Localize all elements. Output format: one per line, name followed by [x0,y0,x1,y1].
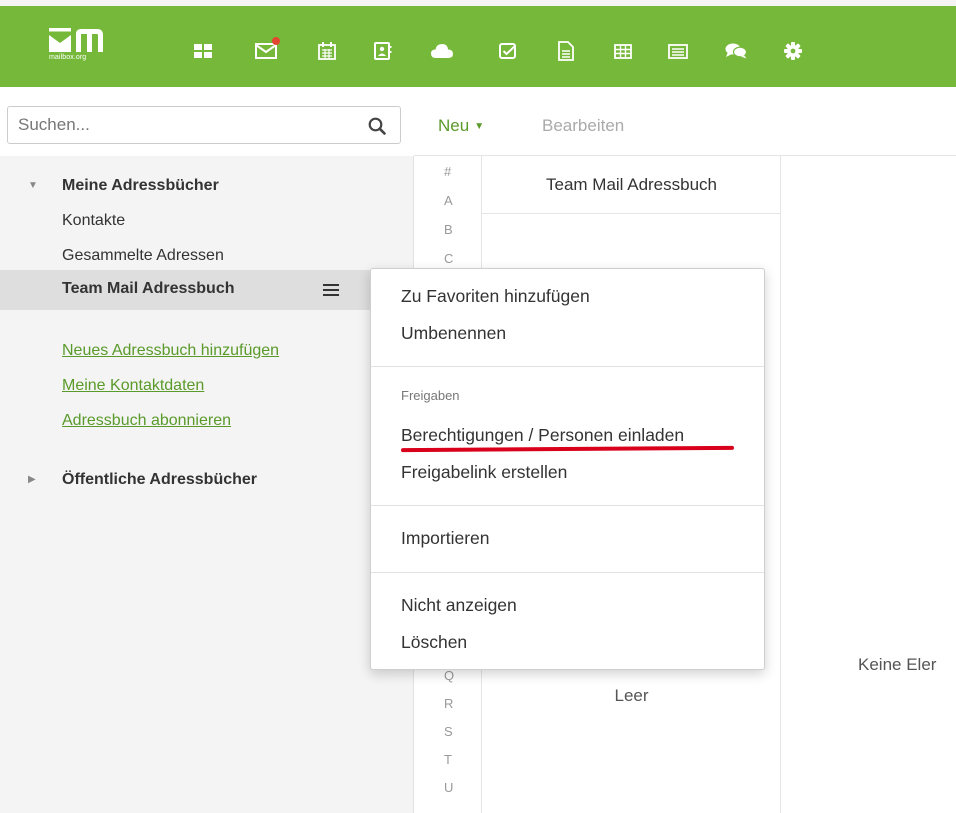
alpha-letter[interactable]: C [444,251,453,266]
logo-mark-icon [49,28,103,52]
menu-hide[interactable]: Nicht anzeigen [401,595,517,616]
my-contact-data-link[interactable]: Meine Kontaktdaten [62,377,204,395]
app-launcher-bar: mailbox.org [0,6,956,87]
menu-add-favorite[interactable]: Zu Favoriten hinzufügen [401,286,590,307]
search-box[interactable] [7,106,401,144]
menu-import[interactable]: Importieren [401,528,490,549]
folder-item-contacts[interactable]: Kontakte [62,212,125,230]
alpha-letter[interactable]: B [444,222,453,237]
mailbox-logo[interactable]: mailbox.org [49,24,109,64]
folder-context-menu: Zu Favoriten hinzufügen Umbenennen Freig… [370,268,765,670]
addressbook-icon[interactable] [372,40,394,62]
alpha-letter[interactable]: T [444,752,452,767]
alpha-letter[interactable]: R [444,696,453,711]
new-dropdown-button[interactable]: Neu ▼ [438,116,484,136]
document-icon[interactable] [555,40,577,62]
tree-expanded-icon[interactable]: ▼ [28,180,38,191]
folder-item-label: Team Mail Adressbuch [62,280,235,297]
search-input[interactable] [8,107,348,143]
list-empty-label: Leer [614,686,649,705]
menu-create-share-link[interactable]: Freigabelink erstellen [401,462,567,483]
chat-icon[interactable] [725,40,747,62]
menu-permissions-invite[interactable]: Berechtigungen / Personen einladen [401,425,684,446]
unread-badge [272,37,280,45]
menu-divider [371,505,764,506]
alpha-letter[interactable]: U [444,780,453,795]
alpha-letter[interactable]: # [444,164,451,179]
tasks-icon[interactable] [497,40,519,62]
mail-icon[interactable] [255,37,280,62]
spreadsheet-icon[interactable] [612,40,634,62]
menu-divider [371,366,764,367]
folder-item-collected-addresses[interactable]: Gesammelte Adressen [62,247,224,265]
gear-icon[interactable] [782,40,804,62]
tree-collapsed-icon[interactable]: ▶ [28,474,36,485]
menu-divider [371,572,764,573]
launcher-grid-icon[interactable] [192,40,214,62]
detail-empty-label: Keine Eler [858,655,937,674]
folder-public-addressbooks[interactable]: Öffentliche Adressbücher [62,471,257,489]
top-bar-background: mailbox.org [0,0,956,87]
new-button-label: Neu [438,116,470,135]
calendar-icon[interactable] [316,40,338,62]
edit-button[interactable]: Bearbeiten [542,116,624,136]
highlight-underline [400,445,735,453]
search-icon[interactable] [368,117,386,135]
menu-section-sharing: Freigaben [401,388,460,403]
menu-rename[interactable]: Umbenennen [401,323,506,344]
folder-item-team-mail-selected[interactable]: Team Mail Adressbuch [0,270,414,310]
logo-text: mailbox.org [49,54,87,61]
subscribe-addressbook-link[interactable]: Adressbuch abonnieren [62,412,231,430]
presentation-icon[interactable] [667,40,689,62]
list-header: Team Mail Adressbuch [482,156,781,214]
cloud-icon[interactable] [431,40,453,62]
folder-my-addressbooks[interactable]: Meine Adressbücher [62,177,219,195]
menu-delete[interactable]: Löschen [401,632,467,653]
folder-tree: ▼ Meine Adressbücher Kontakte Gesammelte… [0,156,414,813]
contacts-toolbar: Neu ▼ Bearbeiten [414,96,956,156]
add-addressbook-link[interactable]: Neues Adressbuch hinzufügen [62,342,279,360]
caret-down-icon: ▼ [474,121,485,132]
folder-options-menu-icon[interactable] [323,284,339,299]
alpha-letter[interactable]: A [444,193,453,208]
alpha-letter[interactable]: S [444,724,453,739]
alpha-letter[interactable]: Q [444,668,454,683]
